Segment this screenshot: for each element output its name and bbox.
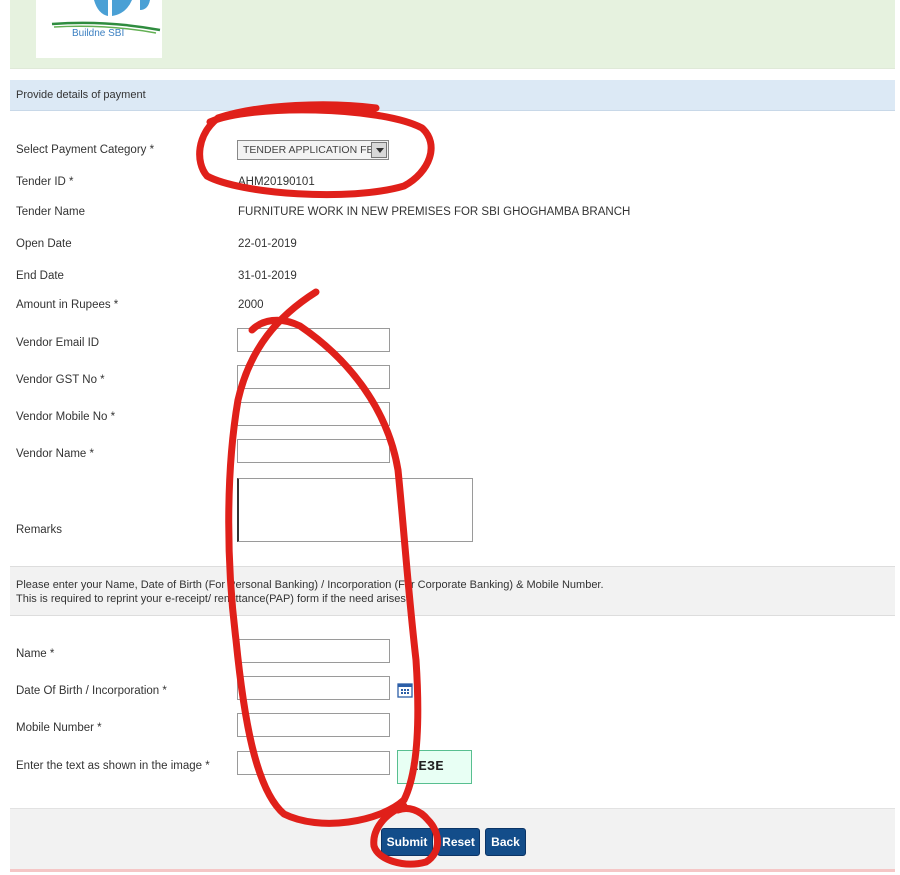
dob-label: Date Of Birth / Incorporation *: [16, 685, 167, 697]
dob-input[interactable]: [237, 676, 390, 700]
remarks-label: Remarks: [16, 524, 63, 536]
info-line-1: Please enter your Name, Date of Birth (F…: [16, 579, 604, 591]
calendar-icon[interactable]: [397, 682, 413, 698]
vendor-name-input[interactable]: [237, 439, 390, 463]
captcha-image: 1E3E: [397, 750, 472, 784]
submit-button[interactable]: Submit: [381, 828, 433, 856]
red-annotation-overlay: [196, 101, 441, 868]
vendor-name-label: Vendor Name *: [16, 448, 94, 460]
tender-id-value: AHM20190101: [238, 176, 315, 188]
payment-category-label: Select Payment Category *: [16, 144, 155, 156]
vendor-mobile-input[interactable]: [237, 402, 390, 426]
mobile-number-input[interactable]: [237, 713, 390, 737]
name-input[interactable]: [237, 639, 390, 663]
back-button[interactable]: Back: [485, 828, 526, 856]
header-banner: Buildne SBI: [10, 0, 895, 69]
vendor-email-input[interactable]: [237, 328, 390, 352]
remarks-textarea[interactable]: [237, 478, 473, 542]
open-date-value: 22-01-2019: [238, 238, 297, 250]
tender-name-label: Tender Name: [16, 206, 86, 218]
mobile-number-label: Mobile Number *: [16, 722, 102, 734]
info-line-2: This is required to reprint your e-recei…: [16, 593, 409, 605]
vendor-mobile-label: Vendor Mobile No *: [16, 411, 116, 423]
section-title: Provide details of payment: [16, 89, 146, 101]
vendor-email-label: Vendor Email ID: [16, 337, 100, 349]
end-date-value: 31-01-2019: [238, 270, 297, 282]
tender-id-label: Tender ID *: [16, 176, 74, 188]
amount-label: Amount in Rupees *: [16, 299, 119, 311]
section-header: Provide details of payment: [10, 80, 895, 111]
payment-category-select[interactable]: TENDER APPLICATION FEE: [237, 140, 389, 160]
sbi-logo: Buildne SBI: [36, 0, 162, 58]
tender-name-value: FURNITURE WORK IN NEW PREMISES FOR SBI G…: [238, 206, 631, 218]
calendar-icon-svg: [397, 683, 413, 698]
payment-category-value: TENDER APPLICATION FEE: [243, 144, 381, 156]
logo-text: Buildne SBI: [72, 28, 125, 39]
captcha-input[interactable]: [237, 751, 390, 775]
name-label: Name *: [16, 648, 55, 660]
reprint-info-bar: Please enter your Name, Date of Birth (F…: [10, 566, 895, 616]
captcha-text: 1E3E: [410, 759, 444, 775]
vendor-gst-label: Vendor GST No *: [16, 374, 105, 386]
end-date-label: End Date: [16, 270, 64, 282]
amount-value: 2000: [238, 299, 264, 311]
vendor-gst-input[interactable]: [237, 365, 390, 389]
footer-divider: [10, 869, 895, 872]
chevron-down-icon[interactable]: [371, 142, 387, 158]
reset-button[interactable]: Reset: [437, 828, 480, 856]
open-date-label: Open Date: [16, 238, 72, 250]
captcha-label: Enter the text as shown in the image *: [16, 760, 210, 772]
